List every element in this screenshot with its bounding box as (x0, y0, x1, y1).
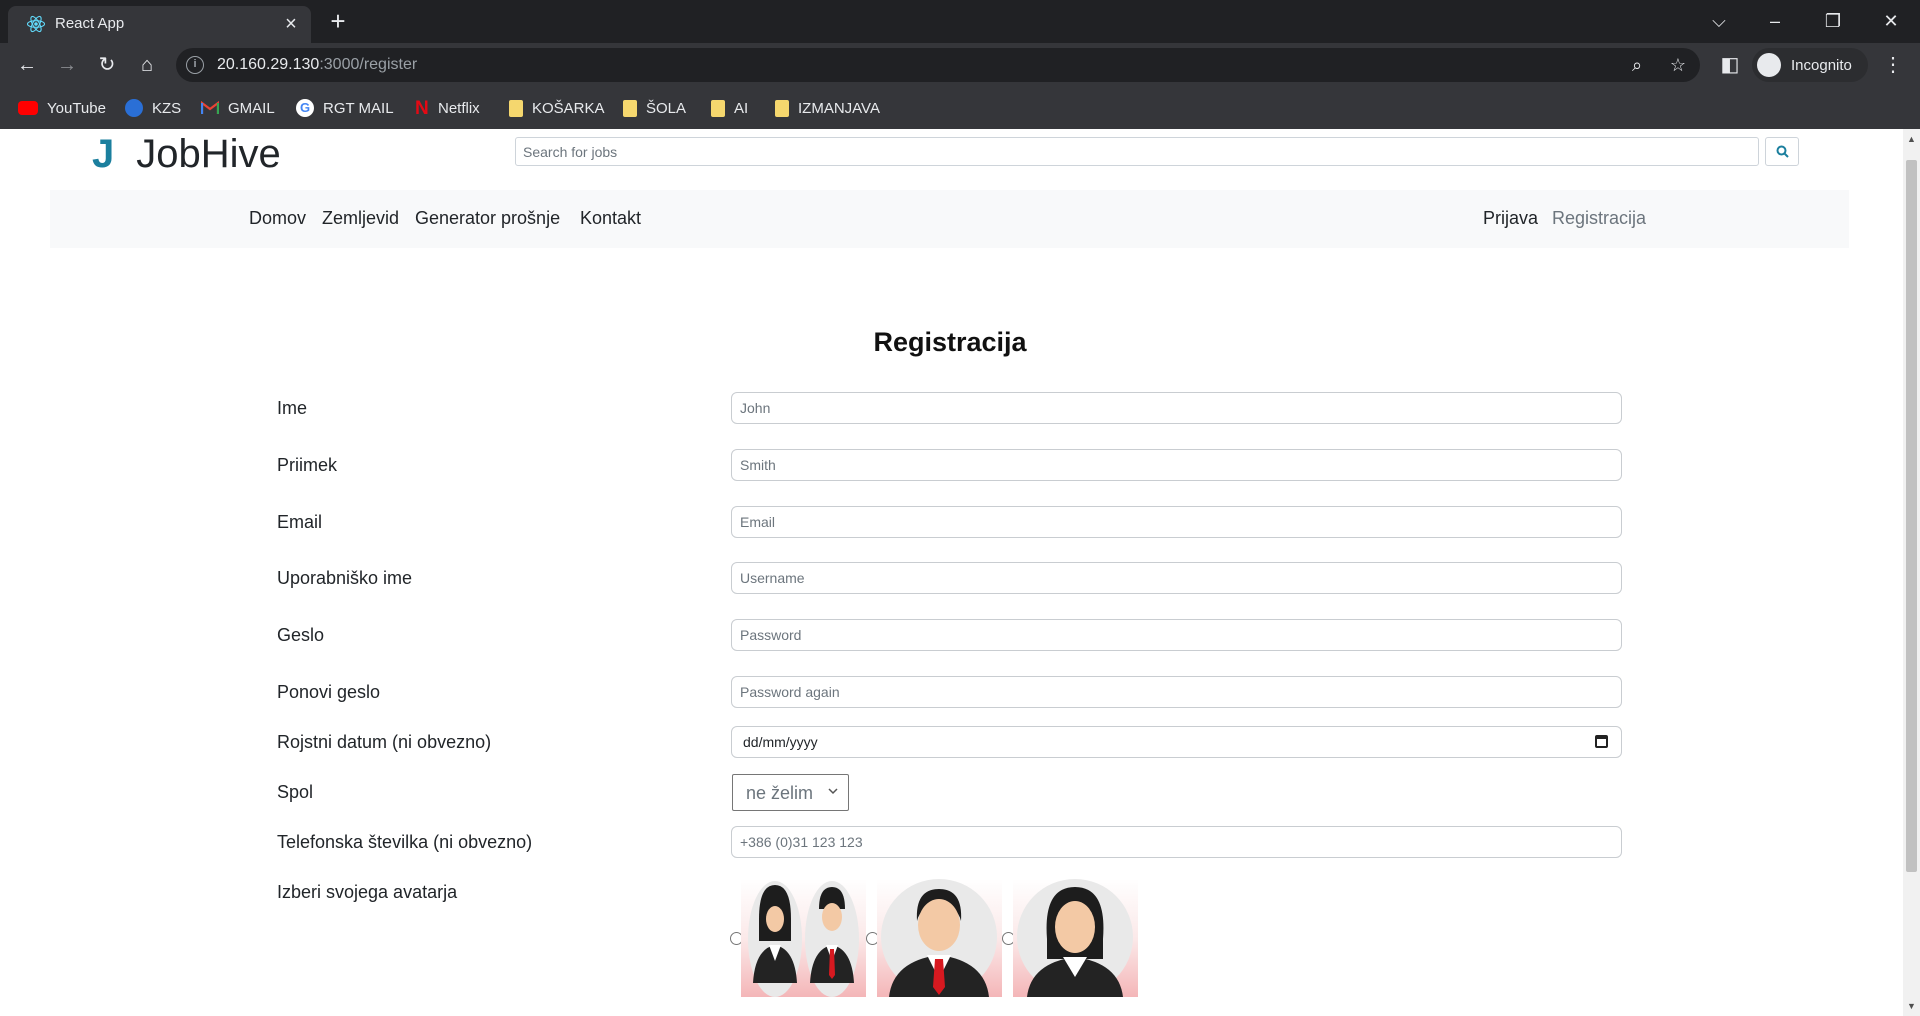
birthdate-label: Rojstni datum (ni obvezno) (277, 732, 492, 752)
male-avatar-image[interactable] (877, 879, 1002, 997)
bookmark-youtube[interactable]: YouTube (18, 96, 106, 120)
first-name-label: Ime (277, 398, 308, 418)
minimize-button[interactable]: – (1752, 6, 1798, 36)
nav-link-domov[interactable]: Domov (249, 208, 306, 229)
password-again-input[interactable] (731, 676, 1622, 708)
male-avatar-icon (881, 879, 997, 997)
kzs-icon (125, 99, 143, 117)
phone-label: Telefonska številka (ni obvezno) (277, 832, 533, 852)
home-icon[interactable]: ⌂ (133, 51, 161, 79)
bookmark-rgt-mail[interactable]: G RGT MAIL (296, 96, 394, 120)
folder-icon (623, 99, 637, 117)
nav-link-generator-prosnje[interactable]: Generator prošnje (415, 208, 560, 229)
phone-input[interactable] (731, 826, 1622, 858)
last-name-input[interactable] (731, 449, 1622, 481)
search-icon (1776, 145, 1789, 158)
incognito-icon (1757, 53, 1781, 77)
zoom-icon[interactable]: ⌕ (1626, 54, 1648, 76)
close-window-button[interactable]: ✕ (1868, 6, 1914, 36)
scroll-thumb[interactable] (1906, 160, 1917, 872)
search-button[interactable] (1765, 137, 1799, 166)
address-bar[interactable]: i 20.160.29.130:3000/register ⌕ ☆ (176, 48, 1700, 82)
bookmark-kzs[interactable]: KZS (125, 96, 181, 120)
bookmarks-bar: YouTube KZS GMAIL G RGT MAIL N Netflix K… (0, 87, 1920, 129)
browser-toolbar: ← → ↻ ⌂ i 20.160.29.130:3000/register ⌕ … (0, 43, 1920, 87)
react-icon (26, 15, 46, 33)
gender-select[interactable]: ne želim (732, 774, 849, 811)
nav-link-kontakt[interactable]: Kontakt (580, 208, 641, 229)
page-viewport: J JobHive Domov Zemljevid Generator proš… (0, 129, 1920, 1016)
female-avatar-image[interactable] (1013, 879, 1138, 997)
brand-name: JobHive (136, 132, 281, 176)
browser-tab[interactable]: React App × (8, 6, 311, 43)
female-avatar-icon (1017, 879, 1133, 997)
bookmark-folder-izmanjava[interactable]: IZMANJAVA (775, 96, 880, 120)
gmail-icon (201, 100, 219, 114)
first-name-input[interactable] (731, 392, 1622, 424)
nav-link-prijava[interactable]: Prijava (1483, 208, 1538, 229)
bookmark-folder-kosarka[interactable]: KOŠARKA (509, 96, 605, 120)
gender-selected-value: ne želim (746, 783, 814, 803)
scroll-up-icon[interactable]: ▲ (1906, 133, 1917, 145)
birthdate-input[interactable]: dd/mm/yyyy (731, 726, 1622, 758)
close-tab-icon[interactable]: × (280, 13, 302, 35)
avatar-label: Izberi svojega avatarja (277, 882, 458, 902)
password-label: Geslo (277, 625, 325, 645)
last-name-label: Priimek (277, 455, 338, 475)
profile-label: Incognito (1791, 57, 1852, 74)
restore-button[interactable]: ❐ (1810, 6, 1856, 36)
new-tab-button[interactable]: + (324, 8, 352, 36)
browser-menu-icon[interactable]: ⋮ (1883, 51, 1903, 79)
page-title: Registracija (873, 327, 1027, 357)
bookmark-gmail[interactable]: GMAIL (201, 96, 275, 120)
couple-avatar-icon (748, 881, 859, 997)
browser-tab-strip: React App × + ⌵ – ❐ ✕ (0, 0, 1920, 43)
calendar-icon[interactable] (1595, 735, 1608, 748)
url-text: 20.160.29.130:3000/register (217, 56, 418, 73)
bookmark-folder-sola[interactable]: ŠOLA (623, 96, 686, 120)
tab-search-icon[interactable]: ⌵ (1696, 6, 1742, 36)
scroll-down-icon[interactable]: ▼ (1906, 1000, 1917, 1012)
folder-icon (775, 99, 789, 117)
google-icon: G (296, 99, 314, 117)
side-panel-icon[interactable]: ◧ (1716, 51, 1744, 79)
birthdate-value: dd/mm/yyyy (743, 734, 818, 750)
main-navbar: Domov Zemljevid Generator prošnje Kontak… (50, 190, 1849, 248)
youtube-icon (18, 101, 38, 115)
email-label: Email (277, 512, 323, 532)
folder-icon (711, 99, 725, 117)
folder-icon (509, 99, 523, 117)
nav-link-zemljevid[interactable]: Zemljevid (322, 208, 399, 229)
profile-button[interactable]: Incognito (1752, 48, 1868, 82)
forward-icon[interactable]: → (53, 51, 81, 79)
couple-avatar-image[interactable] (741, 879, 866, 997)
job-search-input[interactable] (515, 137, 1759, 166)
chevron-down-icon (828, 788, 838, 795)
bookmark-netflix[interactable]: N Netflix (415, 96, 480, 120)
password-input[interactable] (731, 619, 1622, 651)
username-input[interactable] (731, 562, 1622, 594)
gender-label: Spol (277, 782, 314, 802)
site-info-icon[interactable]: i (186, 56, 204, 74)
reload-icon[interactable]: ↻ (93, 51, 121, 79)
password-again-label: Ponovi geslo (277, 682, 381, 702)
logo-mark: J (92, 132, 115, 176)
bookmark-folder-ai[interactable]: AI (711, 96, 748, 120)
username-label: Uporabniško ime (277, 568, 413, 588)
bookmark-star-icon[interactable]: ☆ (1667, 54, 1689, 76)
netflix-icon: N (415, 98, 429, 119)
back-icon[interactable]: ← (13, 51, 41, 79)
page-scrollbar[interactable]: ▲ ▼ (1903, 129, 1920, 1016)
brand-logo[interactable]: J JobHive (92, 131, 281, 177)
email-input[interactable] (731, 506, 1622, 538)
nav-link-registracija[interactable]: Registracija (1552, 208, 1646, 229)
tab-title: React App (55, 15, 125, 32)
